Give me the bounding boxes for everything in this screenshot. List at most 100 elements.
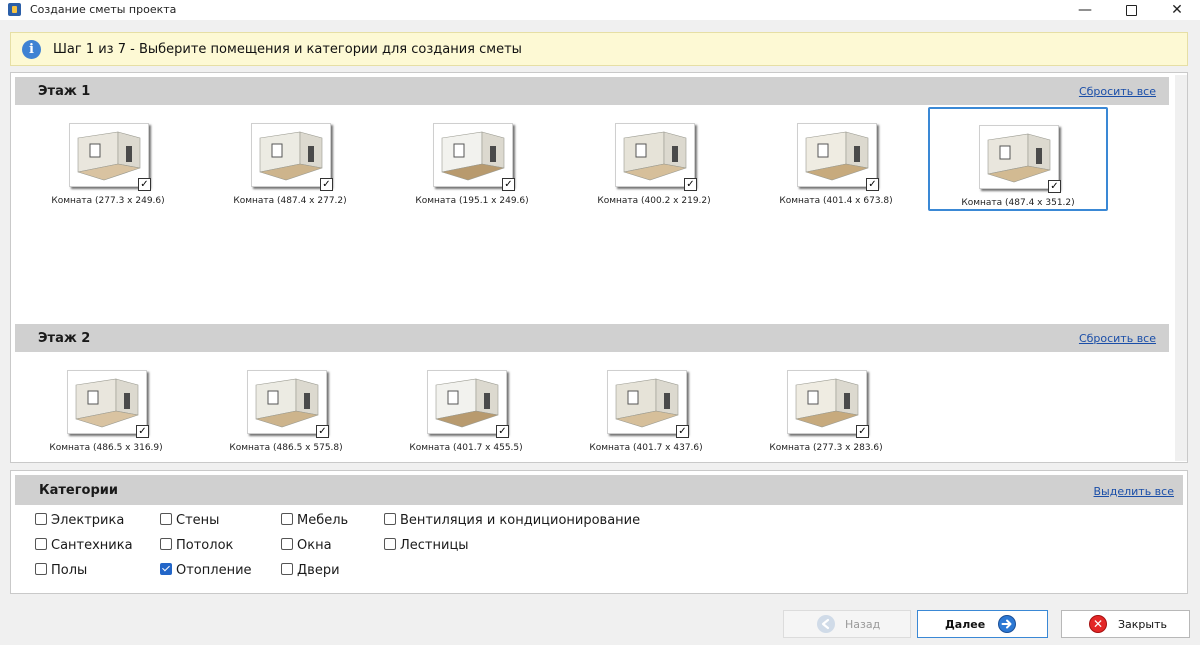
- room-checkbox[interactable]: ✓: [136, 425, 149, 438]
- floor-1-title: Этаж 1: [38, 84, 91, 99]
- window-title: Создание сметы проекта: [30, 3, 177, 16]
- category-checkbox[interactable]: [384, 512, 396, 525]
- room-thumbnail: [427, 370, 507, 434]
- room-thumbnail: [433, 123, 513, 187]
- category-label: Стены: [176, 513, 220, 528]
- info-icon: i: [22, 40, 41, 59]
- next-button[interactable]: Далее: [917, 610, 1048, 638]
- category-checkbox[interactable]: [160, 562, 172, 575]
- category-label: Двери: [297, 563, 340, 578]
- room-checkbox[interactable]: ✓: [320, 178, 333, 191]
- floors-scrollbar[interactable]: [1175, 75, 1187, 461]
- category-checkbox[interactable]: [35, 537, 47, 550]
- room-tile[interactable]: ✓ Комната (401.7 x 437.6): [556, 354, 736, 458]
- room-checkbox[interactable]: ✓: [316, 425, 329, 438]
- floor-1-header: Этаж 1 Сбросить все: [15, 77, 1169, 105]
- room-tile[interactable]: ✓ Комната (486.5 x 575.8): [196, 354, 376, 458]
- room-tile[interactable]: ✓ Комната (400.2 x 219.2): [564, 107, 744, 211]
- category-item[interactable]: Мебель: [281, 512, 349, 529]
- category-item[interactable]: Сантехника: [35, 537, 133, 554]
- floors-panel: Этаж 1 Сбросить все ✓ Комната (277.3 x 24…: [10, 72, 1188, 463]
- room-tile[interactable]: ✓ Комната (277.3 x 283.6): [736, 354, 916, 458]
- category-item[interactable]: Окна: [281, 537, 332, 554]
- room-thumbnail: [247, 370, 327, 434]
- categories-header: Категории Выделить все: [15, 475, 1183, 505]
- category-item[interactable]: Вентиляция и кондиционирование: [384, 512, 641, 529]
- category-label: Потолок: [176, 538, 234, 553]
- category-item[interactable]: Отопление: [160, 562, 252, 579]
- room-tile[interactable]: ✓ Комната (487.4 x 277.2): [200, 107, 380, 211]
- category-checkbox[interactable]: [281, 562, 293, 575]
- room-thumbnail: [797, 123, 877, 187]
- next-label: Далее: [945, 618, 986, 631]
- close-x-icon: ✕: [1089, 615, 1107, 633]
- category-checkbox[interactable]: [281, 512, 293, 525]
- room-thumbnail: [979, 125, 1059, 189]
- room-thumbnail: [607, 370, 687, 434]
- room-checkbox[interactable]: ✓: [138, 178, 151, 191]
- floor-2-title: Этаж 2: [38, 331, 91, 346]
- category-item[interactable]: Лестницы: [384, 537, 469, 554]
- category-item[interactable]: Потолок: [160, 537, 234, 554]
- room-tile[interactable]: ✓ Комната (487.4 x 351.2): [928, 107, 1108, 211]
- room-label: Комната (401.4 x 673.8): [779, 196, 893, 206]
- category-label: Вентиляция и кондиционирование: [400, 513, 641, 528]
- step-text: Шаг 1 из 7 - Выберите помещения и катего…: [53, 42, 522, 57]
- floor-2-header: Этаж 2 Сбросить все: [15, 324, 1169, 352]
- room-tile[interactable]: ✓ Комната (195.1 x 249.6): [382, 107, 562, 211]
- category-label: Полы: [51, 563, 88, 578]
- room-tile[interactable]: ✓ Комната (401.7 x 455.5): [376, 354, 556, 458]
- category-checkbox[interactable]: [35, 512, 47, 525]
- close-button[interactable]: ✕ Закрыть: [1061, 610, 1190, 638]
- room-label: Комната (401.7 x 437.6): [589, 443, 703, 453]
- floor-2-reset-link[interactable]: Сбросить все: [1079, 332, 1156, 345]
- back-button[interactable]: Назад: [783, 610, 911, 638]
- app-icon: [8, 3, 21, 16]
- category-checkbox[interactable]: [281, 537, 293, 550]
- category-label: Отопление: [176, 563, 252, 578]
- category-label: Сантехника: [51, 538, 133, 553]
- category-checkbox[interactable]: [160, 512, 172, 525]
- category-checkbox[interactable]: [160, 537, 172, 550]
- room-label: Комната (195.1 x 249.6): [415, 196, 529, 206]
- categories-panel: Категории Выделить все Электрика Сантехни…: [10, 470, 1188, 594]
- category-checkbox[interactable]: [35, 562, 47, 575]
- room-checkbox[interactable]: ✓: [496, 425, 509, 438]
- category-label: Мебель: [297, 513, 349, 528]
- room-checkbox[interactable]: ✓: [684, 178, 697, 191]
- room-thumbnail: [787, 370, 867, 434]
- maximize-icon: [1125, 5, 1137, 16]
- category-label: Лестницы: [400, 538, 469, 553]
- room-checkbox[interactable]: ✓: [502, 178, 515, 191]
- room-checkbox[interactable]: ✓: [1048, 180, 1061, 193]
- room-checkbox[interactable]: ✓: [676, 425, 689, 438]
- room-tile[interactable]: ✓ Комната (401.4 x 673.8): [746, 107, 926, 211]
- room-tile[interactable]: ✓ Комната (277.3 x 249.6): [18, 107, 198, 211]
- room-label: Комната (486.5 x 316.9): [49, 443, 163, 453]
- room-thumbnail: [251, 123, 331, 187]
- room-label: Комната (400.2 x 219.2): [597, 196, 711, 206]
- category-label: Электрика: [51, 513, 125, 528]
- step-banner: i Шаг 1 из 7 - Выберите помещения и кате…: [10, 32, 1188, 66]
- category-item[interactable]: Полы: [35, 562, 88, 579]
- category-item[interactable]: Двери: [281, 562, 340, 579]
- room-tile[interactable]: ✓ Комната (486.5 x 316.9): [16, 354, 196, 458]
- category-item[interactable]: Стены: [160, 512, 220, 529]
- room-label: Комната (401.7 x 455.5): [409, 443, 523, 453]
- back-label: Назад: [845, 618, 881, 631]
- category-item[interactable]: Электрика: [35, 512, 125, 529]
- next-arrow-icon: [998, 615, 1016, 633]
- back-arrow-icon: [817, 615, 835, 633]
- category-checkbox[interactable]: [384, 537, 396, 550]
- category-label: Окна: [297, 538, 332, 553]
- room-checkbox[interactable]: ✓: [856, 425, 869, 438]
- floor-1-reset-link[interactable]: Сбросить все: [1079, 85, 1156, 98]
- select-all-link[interactable]: Выделить все: [1094, 485, 1174, 498]
- room-checkbox[interactable]: ✓: [866, 178, 879, 191]
- maximize-button[interactable]: [1108, 0, 1154, 20]
- room-label: Комната (277.3 x 249.6): [51, 196, 165, 206]
- room-label: Комната (277.3 x 283.6): [769, 443, 883, 453]
- minimize-button[interactable]: —: [1062, 0, 1108, 20]
- room-thumbnail: [615, 123, 695, 187]
- window-close-button[interactable]: ✕: [1154, 0, 1200, 20]
